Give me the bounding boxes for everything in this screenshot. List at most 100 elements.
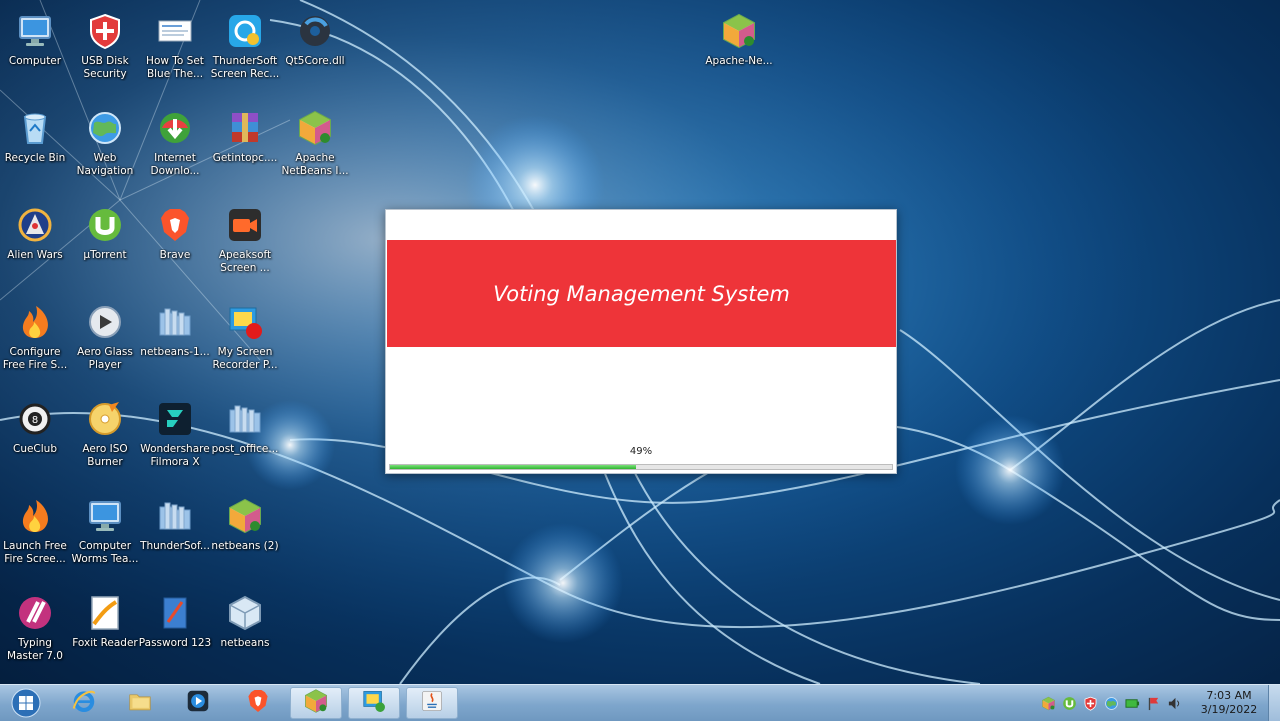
desktop-icon[interactable]: Web Navigation	[70, 101, 140, 193]
svg-text:8: 8	[32, 415, 38, 426]
internet-explorer-icon	[71, 688, 97, 718]
clock[interactable]: 7:03 AM 3/19/2022	[1196, 689, 1262, 717]
desktop-icon[interactable]: Foxit Reader	[70, 586, 140, 678]
file-explorer-icon	[127, 688, 153, 718]
desktop-icon-label: Wondershare Filmora X	[140, 443, 210, 468]
desktop-icon[interactable]: Computer	[0, 4, 70, 96]
battery-icon[interactable]	[1124, 695, 1140, 711]
desktop-icon-label: Getintopc....	[212, 152, 278, 164]
desktop-icon[interactable]: Wondershare Filmora X	[140, 392, 210, 484]
progress-percent-label: 49%	[629, 446, 653, 457]
cueclub-icon: 8	[14, 398, 56, 440]
desktop-icon-label: Typing Master 7.0	[7, 637, 63, 662]
desktop-icon[interactable]: ThunderSoft Screen Rec...	[210, 4, 280, 96]
network-globe-icon[interactable]	[1103, 695, 1119, 711]
utorrent-tray-icon[interactable]	[1061, 695, 1077, 711]
media-player-icon	[185, 688, 211, 718]
desktop-icon-label: Password 123	[138, 637, 212, 649]
desktop-icon[interactable]: Apeaksoft Screen ...	[210, 198, 280, 290]
desktop-icon[interactable]: Internet Downlo...	[140, 101, 210, 193]
desktop-icon-label: Aero Glass Player	[77, 346, 133, 371]
desktop-icon-label: Recycle Bin	[4, 152, 66, 164]
desktop-icon[interactable]: Aero Glass Player	[70, 295, 140, 387]
desktop-icon[interactable]: 8 CueClub	[0, 392, 70, 484]
desktop-icon[interactable]: Alien Wars	[0, 198, 70, 290]
taskbar-button[interactable]	[172, 687, 224, 719]
desktop-icon[interactable]: Qt5Core.dll	[280, 4, 350, 96]
desktop-icon[interactable]: Launch Free Fire Scree...	[0, 489, 70, 581]
desktop-icon[interactable]: My Screen Recorder P...	[210, 295, 280, 387]
desktop-icon-label: Brave	[159, 249, 191, 261]
desktop-icon[interactable]: Apache NetBeans I...	[280, 101, 350, 193]
desktop-icon[interactable]: Aero ISO Burner	[70, 392, 140, 484]
desktop-icon-label: Alien Wars	[7, 249, 63, 261]
desktop-icon[interactable]: Password 123	[138, 586, 212, 678]
cube-icon	[224, 592, 266, 634]
clock-time: 7:03 AM	[1206, 689, 1252, 702]
desktop-icon-label: Aero ISO Burner	[82, 443, 128, 468]
desktop-icon-label: Foxit Reader	[72, 637, 138, 649]
clock-date: 3/19/2022	[1200, 703, 1258, 716]
notebook-icon	[154, 592, 196, 634]
utorrent-icon	[84, 204, 126, 246]
desktop-icon[interactable]: Computer Worms Tea...	[70, 489, 140, 581]
shield-tray-icon[interactable]	[1082, 695, 1098, 711]
computer-icon	[14, 10, 56, 52]
java-icon	[419, 688, 445, 718]
desktop-icon-label: Apache NetBeans I...	[281, 152, 349, 177]
desktop-icon[interactable]: netbeans-1...	[140, 295, 210, 387]
taskbar-button[interactable]	[114, 687, 166, 719]
taskbar-button[interactable]	[58, 687, 110, 719]
recycle-bin-icon	[14, 107, 56, 149]
desktop-icon[interactable]: netbeans (2)	[210, 489, 280, 581]
foxit-icon	[84, 592, 126, 634]
desktop-icon-label: Internet Downlo...	[150, 152, 200, 177]
taskbar-button[interactable]	[232, 687, 284, 719]
game-icon	[14, 204, 56, 246]
winrar-icon	[224, 107, 266, 149]
taskbar-button[interactable]	[290, 687, 342, 719]
app-title: Voting Management System	[493, 281, 790, 306]
folder-icon	[224, 398, 266, 440]
volume-icon[interactable]	[1166, 695, 1182, 711]
desktop-icon[interactable]: Recycle Bin	[0, 101, 70, 193]
taskbar-button[interactable]	[406, 687, 458, 719]
brave-icon	[245, 688, 271, 718]
splash-window: Voting Management System 49%	[385, 209, 897, 474]
desktop-icon[interactable]: Configure Free Fire S...	[0, 295, 70, 387]
desktop-icon-label: USB Disk Security	[81, 55, 129, 80]
desktop-icon[interactable]: Apache-Ne...	[704, 4, 774, 96]
screen-recorder-icon	[224, 10, 266, 52]
document-icon	[154, 10, 196, 52]
desktop-icon-label: Web Navigation	[76, 152, 134, 177]
start-button[interactable]	[4, 687, 48, 719]
desktop-icon[interactable]: Brave	[140, 198, 210, 290]
desktop-icon[interactable]: post_office...	[210, 392, 280, 484]
desktop-icon[interactable]: ThunderSof...	[140, 489, 210, 581]
desktop-icon-label: ThunderSof...	[140, 540, 210, 552]
desktop-icon[interactable]: How To Set Blue The...	[140, 4, 210, 96]
desktop-icon-label: Qt5Core.dll	[285, 55, 345, 67]
internet-download-manager-icon	[154, 107, 196, 149]
desktop-icon[interactable]: Getintopc....	[210, 101, 280, 193]
desktop-icon[interactable]: µTorrent	[70, 198, 140, 290]
filmora-icon	[154, 398, 196, 440]
desktop-icon-label: My Screen Recorder P...	[212, 346, 278, 371]
desktop-icon[interactable]: netbeans	[210, 586, 280, 678]
desktop-icon[interactable]: Typing Master 7.0	[0, 586, 70, 678]
show-desktop-button[interactable]	[1268, 685, 1280, 721]
desktop-icon-label: ThunderSoft Screen Rec...	[210, 55, 280, 80]
disc-icon	[84, 398, 126, 440]
folder-icon	[154, 495, 196, 537]
windows-start-icon	[11, 688, 41, 718]
desktop-icon-label: netbeans-1...	[140, 346, 210, 358]
netbeans-tray-icon[interactable]	[1040, 695, 1056, 711]
brave-icon	[154, 204, 196, 246]
taskbar-button[interactable]	[348, 687, 400, 719]
taskbar: 7:03 AM 3/19/2022	[0, 684, 1280, 721]
system-tray	[1040, 693, 1182, 713]
flag-icon[interactable]	[1145, 695, 1161, 711]
desktop-icon[interactable]: USB Disk Security	[70, 4, 140, 96]
progress-bar	[389, 464, 893, 470]
media-player-icon	[84, 301, 126, 343]
